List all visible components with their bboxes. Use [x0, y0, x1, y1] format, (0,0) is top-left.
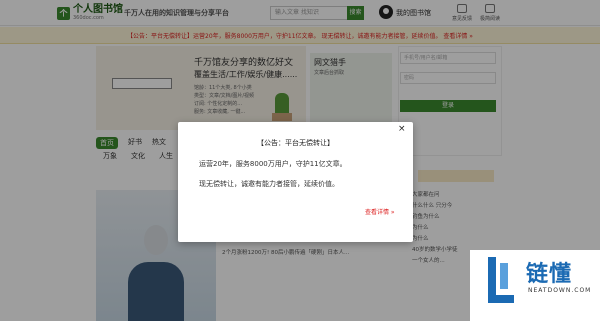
modal-title: 【公告：平台无偿转让】: [257, 139, 334, 147]
close-icon[interactable]: ×: [398, 124, 406, 134]
watermark-domain: NEATDOWN.COM: [528, 287, 592, 294]
watermark-brand: 链懂: [526, 262, 573, 287]
announcement-modal: 【公告：平台无偿转让】 × 运营20年，服务8000万用户，守护11亿文章。 现…: [178, 122, 413, 242]
view-details-link[interactable]: 查看详情 »: [365, 207, 395, 216]
modal-line-2: 现无偿转让，诚邀有能力者接管，延续价值。: [199, 180, 339, 188]
watermark-logo-icon: [488, 257, 514, 303]
modal-line-1: 运营20年，服务8000万用户，守护11亿文章。: [199, 160, 347, 168]
